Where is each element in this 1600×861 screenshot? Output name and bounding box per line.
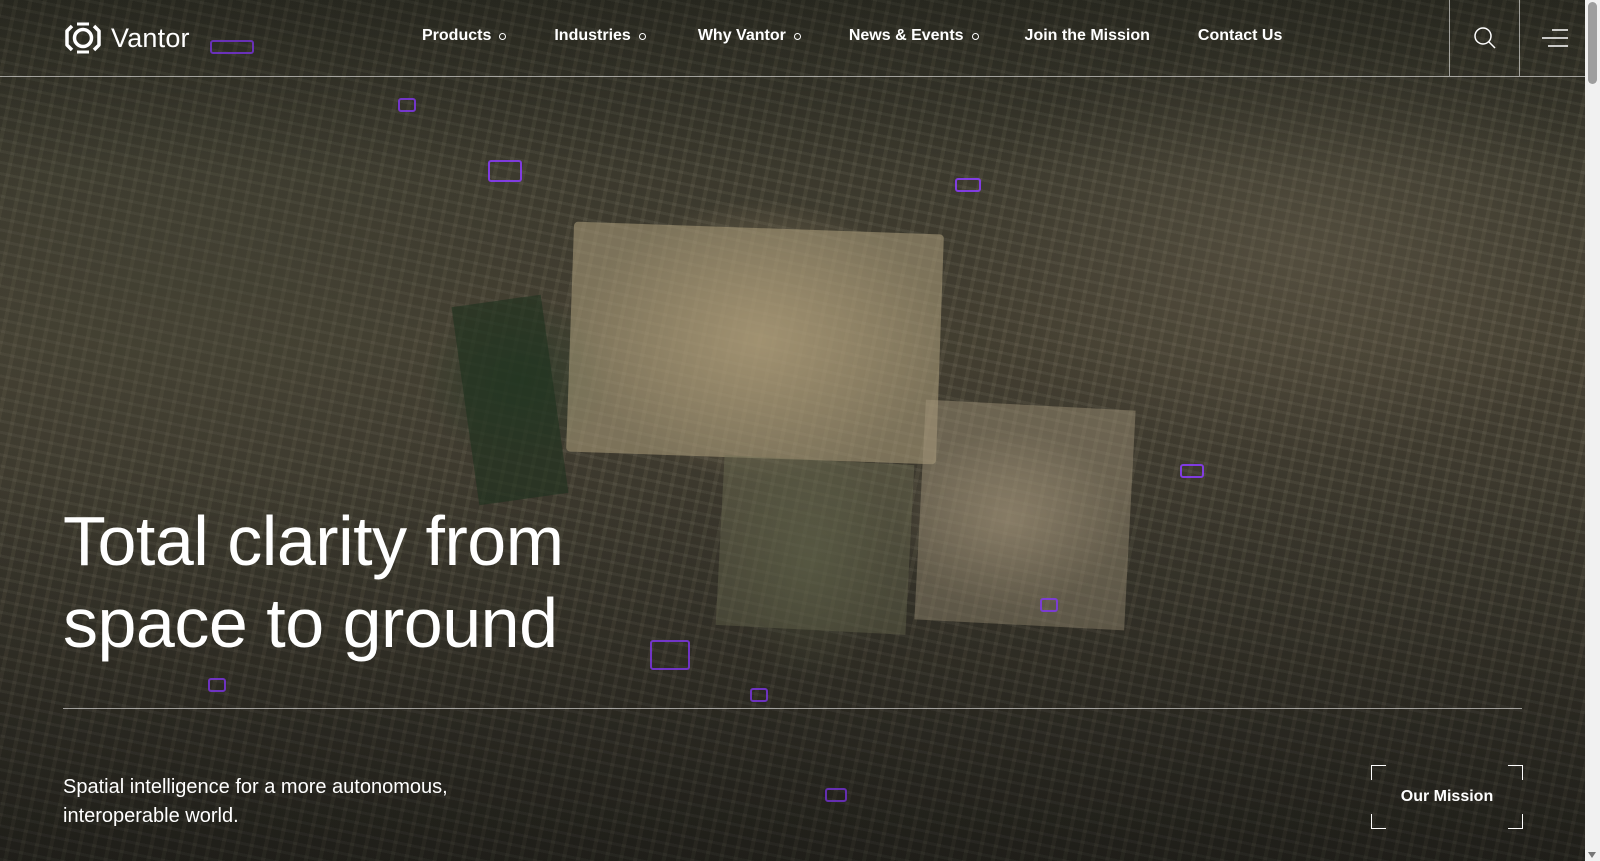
nav-item-label: Industries [554, 27, 631, 44]
nav-item-products[interactable]: Products [422, 27, 507, 45]
menu-button[interactable] [1519, 0, 1589, 76]
scroll-down-arrow-icon[interactable] [1588, 852, 1596, 858]
nav-item-label: Why Vantor [697, 27, 786, 44]
dropdown-indicator-icon [793, 32, 801, 40]
site-header: Vantor Products Industries Why Vantor Ne… [0, 0, 1585, 77]
our-mission-label: Our Mission [1400, 788, 1494, 805]
nav-item-label: News & Events [848, 27, 964, 44]
search-button[interactable] [1449, 0, 1519, 76]
dropdown-indicator-icon [971, 32, 979, 40]
logo[interactable]: Vantor [63, 20, 190, 56]
logo-icon [65, 22, 101, 54]
nav-item-news-events[interactable]: News & Events [849, 27, 979, 45]
nav-item-why-vantor[interactable]: Why Vantor [698, 27, 801, 45]
page: Vantor Products Industries Why Vantor Ne… [0, 0, 1600, 861]
dropdown-indicator-icon [638, 32, 646, 40]
corner-bracket [1508, 765, 1523, 780]
dropdown-indicator-icon [499, 32, 507, 40]
corner-bracket [1508, 814, 1523, 829]
nav-item-industries[interactable]: Industries [554, 27, 646, 45]
page-scrollbar[interactable] [1585, 0, 1600, 861]
search-icon [1473, 27, 1496, 49]
hero-title-line: space to ground [63, 584, 558, 662]
hero-divider [63, 708, 1522, 709]
our-mission-button[interactable]: Our Mission [1371, 765, 1523, 829]
logo-wordmark: Vantor [111, 22, 190, 53]
nav-item-label: Contact Us [1197, 27, 1283, 44]
scrollbar-thumb[interactable] [1588, 2, 1597, 84]
hero-title-line: Total clarity from [63, 502, 564, 580]
corner-bracket [1371, 814, 1386, 829]
nav-item-label: Join the Mission [1024, 27, 1150, 44]
nav-item-join-the-mission[interactable]: Join the Mission [1025, 27, 1150, 45]
background-shade [0, 0, 1585, 861]
hero-title: Total clarity from space to ground [63, 500, 564, 664]
main-nav: Products Industries Why Vantor News & Ev… [422, 27, 1282, 45]
hero-subtitle: Spatial intelligence for a more autonomo… [63, 776, 448, 827]
menu-icon [1541, 29, 1568, 47]
nav-item-contact-us[interactable]: Contact Us [1198, 27, 1282, 45]
corner-bracket [1371, 765, 1386, 780]
nav-item-label: Products [422, 27, 492, 44]
